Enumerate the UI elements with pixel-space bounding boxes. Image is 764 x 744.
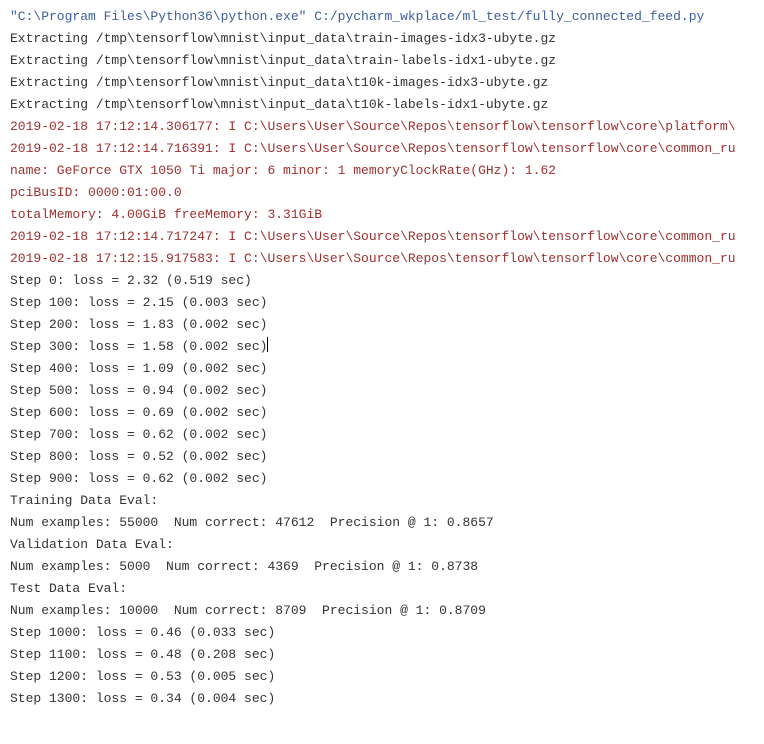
step-line: Step 800: loss = 0.52 (0.002 sec) — [10, 446, 754, 468]
eval-line: Num examples: 55000 Num correct: 47612 P… — [10, 512, 754, 534]
step-line: Step 700: loss = 0.62 (0.002 sec) — [10, 424, 754, 446]
step-line: Step 300: loss = 1.58 (0.002 sec) — [10, 336, 754, 358]
text-cursor — [267, 337, 268, 352]
step-line: Step 100: loss = 2.15 (0.003 sec) — [10, 292, 754, 314]
step-line: Step 200: loss = 1.83 (0.002 sec) — [10, 314, 754, 336]
step-line: Step 600: loss = 0.69 (0.002 sec) — [10, 402, 754, 424]
step-line: Step 400: loss = 1.09 (0.002 sec) — [10, 358, 754, 380]
eval-line: Training Data Eval: — [10, 490, 754, 512]
extracting-line: Extracting /tmp\tensorflow\mnist\input_d… — [10, 94, 754, 116]
eval-line: Num examples: 10000 Num correct: 8709 Pr… — [10, 600, 754, 622]
extracting-line: Extracting /tmp\tensorflow\mnist\input_d… — [10, 28, 754, 50]
eval-line: Validation Data Eval: — [10, 534, 754, 556]
stderr-line: 2019-02-18 17:12:14.716391: I C:\Users\U… — [10, 138, 754, 160]
console-output[interactable]: "C:\Program Files\Python36\python.exe" C… — [0, 0, 764, 716]
step-line: Step 1000: loss = 0.46 (0.033 sec) — [10, 622, 754, 644]
step-line: Step 1100: loss = 0.48 (0.208 sec) — [10, 644, 754, 666]
stderr-line: pciBusID: 0000:01:00.0 — [10, 182, 754, 204]
stderr-line: totalMemory: 4.00GiB freeMemory: 3.31GiB — [10, 204, 754, 226]
stderr-line: 2019-02-18 17:12:14.306177: I C:\Users\U… — [10, 116, 754, 138]
extracting-line: Extracting /tmp\tensorflow\mnist\input_d… — [10, 72, 754, 94]
step-line: Step 1200: loss = 0.53 (0.005 sec) — [10, 666, 754, 688]
eval-line: Num examples: 5000 Num correct: 4369 Pre… — [10, 556, 754, 578]
step-line: Step 900: loss = 0.62 (0.002 sec) — [10, 468, 754, 490]
extracting-line: Extracting /tmp\tensorflow\mnist\input_d… — [10, 50, 754, 72]
command-line: "C:\Program Files\Python36\python.exe" C… — [10, 6, 754, 28]
step-line: Step 500: loss = 0.94 (0.002 sec) — [10, 380, 754, 402]
step-line: Step 1300: loss = 0.34 (0.004 sec) — [10, 688, 754, 710]
stderr-line: 2019-02-18 17:12:15.917583: I C:\Users\U… — [10, 248, 754, 270]
stderr-line: 2019-02-18 17:12:14.717247: I C:\Users\U… — [10, 226, 754, 248]
stderr-line: name: GeForce GTX 1050 Ti major: 6 minor… — [10, 160, 754, 182]
eval-line: Test Data Eval: — [10, 578, 754, 600]
step-line: Step 0: loss = 2.32 (0.519 sec) — [10, 270, 754, 292]
step-text: Step 300: loss = 1.58 (0.002 sec) — [10, 339, 267, 354]
